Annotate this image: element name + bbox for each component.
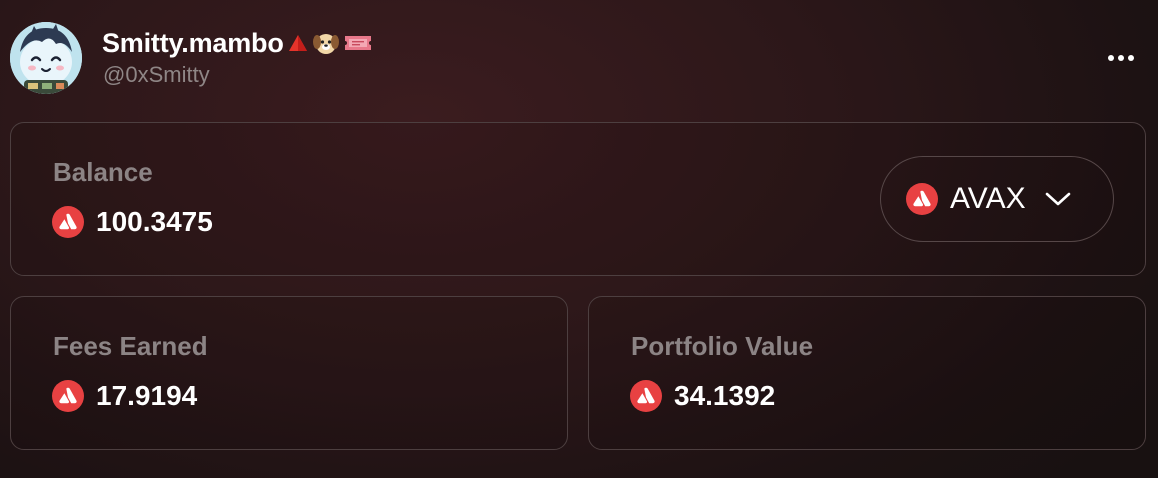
chevron-down-icon xyxy=(1045,192,1070,206)
fees-earned-value-row: 17.9194 xyxy=(52,379,197,413)
name-row: Smitty.mambo xyxy=(102,27,373,59)
avatar[interactable] xyxy=(10,22,82,94)
more-options-button[interactable] xyxy=(1104,48,1138,68)
avax-icon xyxy=(906,183,938,215)
token-selector-dropdown[interactable]: AVAX xyxy=(880,156,1114,242)
portfolio-value-card: Portfolio Value 34.1392 xyxy=(588,296,1146,450)
display-name[interactable]: Smitty.mambo xyxy=(102,28,284,59)
portfolio-value-row: 34.1392 xyxy=(630,379,775,413)
avax-icon xyxy=(630,380,662,412)
balance-value: 100.3475 xyxy=(96,206,213,237)
fees-earned-value: 17.9194 xyxy=(96,380,198,411)
fees-earned-label: Fees Earned xyxy=(53,331,208,361)
more-dot-icon xyxy=(1128,55,1134,61)
token-selector-label: AVAX xyxy=(950,182,1026,215)
more-dot-icon xyxy=(1118,55,1124,61)
more-dot-icon xyxy=(1108,55,1114,61)
balance-label: Balance xyxy=(53,157,153,187)
avax-icon xyxy=(52,206,84,238)
fees-earned-card: Fees Earned 17.9194 xyxy=(10,296,568,450)
red-triangle-icon xyxy=(287,33,309,53)
user-handle[interactable]: @0xSmitty xyxy=(103,62,210,88)
profile-header: Smitty.mambo @0xSmitty xyxy=(10,22,1138,94)
dog-face-icon xyxy=(312,30,340,56)
avax-icon xyxy=(52,380,84,412)
portfolio-value-label: Portfolio Value xyxy=(631,331,814,361)
portfolio-value: 34.1392 xyxy=(674,380,776,411)
ticket-icon xyxy=(343,32,373,54)
balance-card: Balance 100.3475 AVAX xyxy=(10,122,1146,276)
balance-value-row: 100.3475 xyxy=(52,205,213,239)
